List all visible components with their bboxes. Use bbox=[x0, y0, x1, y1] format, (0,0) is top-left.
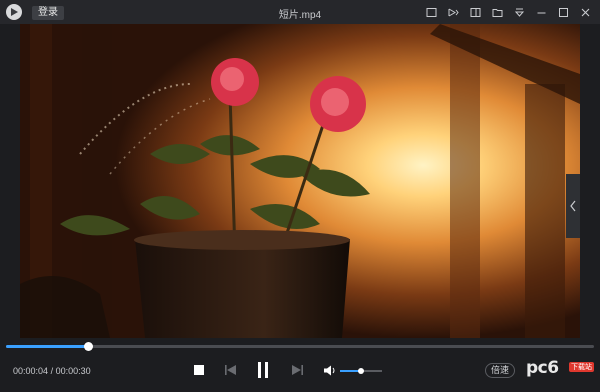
title-bar: 登录 短片.mp4 bbox=[0, 0, 600, 24]
chevron-left-icon bbox=[570, 200, 576, 212]
pause-button[interactable] bbox=[254, 362, 272, 378]
window-controls bbox=[420, 4, 596, 20]
progress-handle[interactable] bbox=[84, 342, 94, 351]
window-mode-icon[interactable] bbox=[420, 4, 442, 20]
minimize-icon[interactable] bbox=[530, 4, 552, 20]
progress-fill bbox=[6, 345, 89, 348]
volume-slider[interactable] bbox=[340, 368, 382, 374]
side-panel-toggle[interactable] bbox=[566, 174, 580, 238]
video-frame[interactable] bbox=[20, 24, 580, 338]
next-button[interactable] bbox=[290, 362, 304, 378]
mute-button[interactable] bbox=[323, 362, 337, 378]
maximize-icon[interactable] bbox=[552, 4, 574, 20]
folder-icon[interactable] bbox=[486, 4, 508, 20]
close-icon[interactable] bbox=[574, 4, 596, 20]
progress-bar[interactable] bbox=[6, 342, 594, 351]
volume-handle[interactable] bbox=[358, 368, 364, 374]
previous-button[interactable] bbox=[223, 362, 237, 378]
volume-icon bbox=[324, 365, 335, 375]
skip-previous-icon bbox=[224, 365, 236, 375]
video-image bbox=[20, 24, 580, 338]
watermark-tag: 下载站 bbox=[569, 362, 594, 372]
watermark-text: pc6 bbox=[526, 358, 559, 378]
current-time: 00:00:04 bbox=[13, 366, 49, 376]
playback-speed-button[interactable]: 倍速 bbox=[485, 363, 515, 378]
watermark-logo: pc6 下载站 bbox=[526, 358, 596, 384]
total-time: 00:00:30 bbox=[55, 366, 91, 376]
cast-icon[interactable] bbox=[442, 4, 464, 20]
menu-dropdown-icon[interactable] bbox=[508, 4, 530, 20]
stop-button[interactable] bbox=[192, 362, 206, 378]
time-display: 00:00:04 / 00:00:30 bbox=[13, 366, 91, 376]
pause-icon bbox=[258, 362, 268, 378]
skip-next-icon bbox=[291, 365, 303, 375]
time-separator: / bbox=[50, 366, 54, 376]
stop-icon bbox=[194, 365, 204, 375]
playlist-icon[interactable] bbox=[464, 4, 486, 20]
